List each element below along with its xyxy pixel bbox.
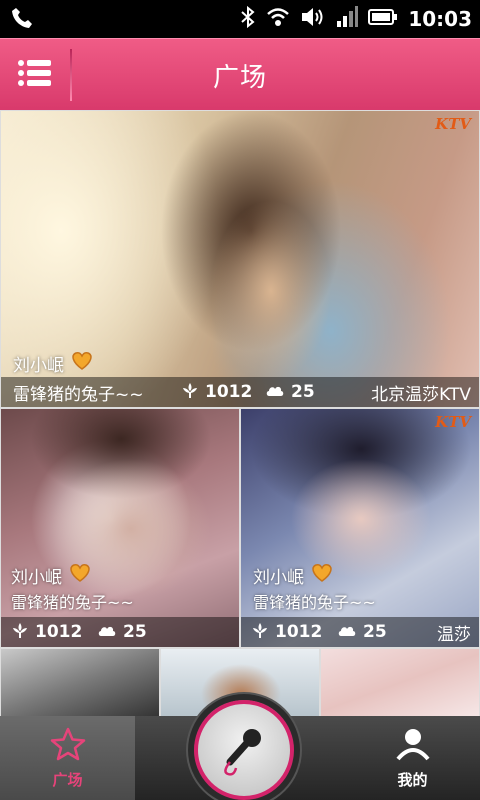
nickname: 刘小岷 bbox=[13, 351, 94, 376]
bluetooth-icon bbox=[240, 5, 256, 33]
flower-icon bbox=[11, 621, 29, 644]
tab-home[interactable]: 广场 bbox=[0, 716, 135, 800]
location[interactable]: 温莎 bbox=[437, 620, 471, 645]
star-icon bbox=[50, 727, 86, 765]
volume-icon bbox=[300, 6, 326, 32]
ktv-badge: KTV bbox=[435, 413, 471, 431]
app-header: 广场 bbox=[0, 38, 480, 111]
feed-card[interactable]: 刘小岷 雷锋猪的兔子~~ 1012 25 bbox=[0, 408, 240, 648]
tab-home-label: 广场 bbox=[52, 770, 83, 789]
flower-icon bbox=[251, 621, 269, 644]
tab-mine-label: 我的 bbox=[397, 770, 428, 789]
heart-badge-icon bbox=[310, 563, 334, 588]
nickname: 刘小岷 bbox=[11, 563, 92, 588]
flower-icon bbox=[181, 381, 199, 404]
cloud-icon bbox=[337, 622, 357, 643]
photo bbox=[1, 649, 159, 717]
caption: 雷锋猪的兔子~~ bbox=[11, 593, 134, 612]
heart-badge-icon bbox=[68, 563, 92, 588]
card-info-bar: 1012 25 温莎 bbox=[241, 617, 479, 647]
feed[interactable]: KTV 刘小岷 雷锋猪的兔子~~ 1012 25 北京温莎KTV 刘小岷 雷锋猪… bbox=[0, 110, 480, 800]
feed-card[interactable] bbox=[0, 648, 160, 718]
page-title: 广场 bbox=[212, 62, 267, 93]
caption: 雷锋猪的兔子~~ bbox=[253, 593, 376, 612]
likes[interactable]: 1012 bbox=[11, 621, 82, 644]
photo bbox=[321, 649, 479, 717]
cloud-icon bbox=[97, 622, 117, 643]
clock: 10:03 bbox=[408, 7, 472, 31]
nickname: 刘小岷 bbox=[253, 563, 334, 588]
feed-card[interactable] bbox=[320, 648, 480, 718]
comments[interactable]: 25 bbox=[265, 382, 315, 403]
microphone-icon bbox=[214, 718, 274, 782]
feed-card[interactable]: KTV 刘小岷 雷锋猪的兔子~~ 1012 25 温莎 bbox=[240, 408, 480, 648]
comments[interactable]: 25 bbox=[97, 622, 147, 643]
signal-icon bbox=[336, 6, 359, 32]
caption: 雷锋猪的兔子~~ bbox=[13, 384, 144, 405]
status-bar: 10:03 bbox=[0, 0, 480, 38]
user-icon bbox=[395, 727, 431, 765]
location[interactable]: 北京温莎KTV bbox=[371, 380, 471, 405]
comments[interactable]: 25 bbox=[337, 622, 387, 643]
feed-card-large[interactable]: KTV 刘小岷 雷锋猪的兔子~~ 1012 25 北京温莎KTV bbox=[0, 110, 480, 408]
likes[interactable]: 1012 bbox=[181, 381, 252, 404]
wifi-icon bbox=[266, 6, 290, 32]
ktv-badge: KTV bbox=[435, 115, 471, 133]
sing-button[interactable] bbox=[194, 700, 294, 800]
heart-badge-icon bbox=[70, 351, 94, 376]
card-info-bar: 1012 25 bbox=[1, 617, 239, 647]
phone-icon bbox=[10, 6, 34, 34]
cloud-icon bbox=[265, 382, 285, 403]
card-info-bar: 雷锋猪的兔子~~ 1012 25 北京温莎KTV bbox=[1, 377, 479, 407]
tab-mine[interactable]: 我的 bbox=[345, 716, 480, 800]
likes[interactable]: 1012 bbox=[251, 621, 322, 644]
battery-icon bbox=[368, 8, 398, 30]
